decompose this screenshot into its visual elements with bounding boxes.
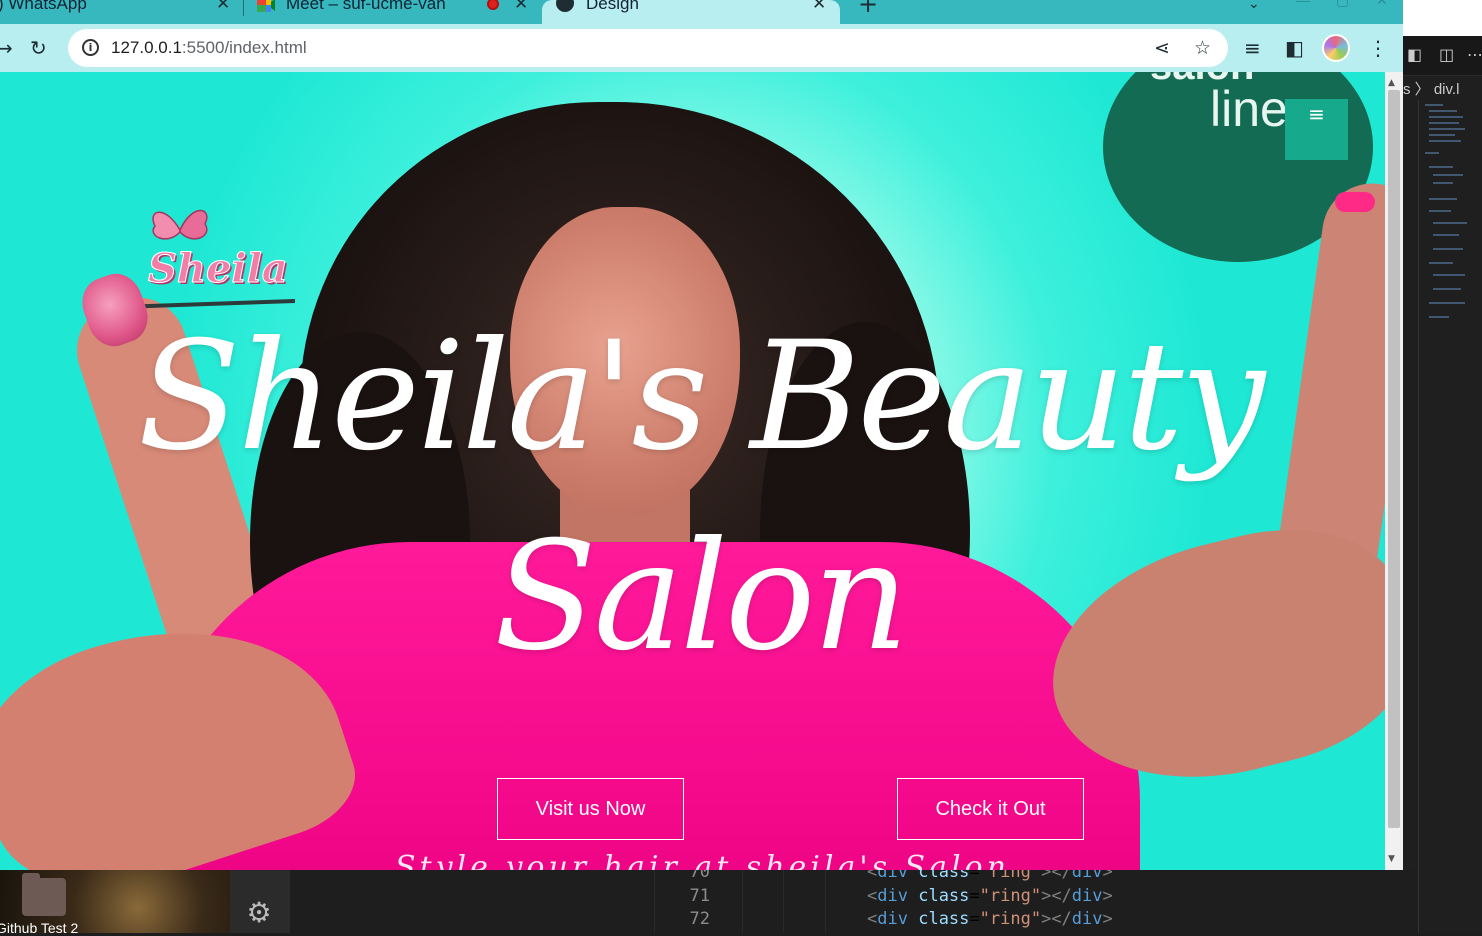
tab-whatsapp[interactable]: ) WhatsApp ✕ xyxy=(0,0,240,24)
tab-label: ) WhatsApp xyxy=(0,0,87,13)
line-number: 72 xyxy=(689,909,710,929)
media-queue-icon[interactable]: ≡ xyxy=(1244,36,1261,60)
split-editor-icon[interactable]: ◫ xyxy=(1439,45,1454,64)
minimize-icon[interactable]: — xyxy=(1296,0,1310,8)
line-number: 71 xyxy=(689,886,710,906)
tab-meet[interactable]: Meet – suf-ucme-van ✕ xyxy=(248,0,538,24)
info-icon[interactable]: i xyxy=(82,39,99,56)
scroll-up-icon[interactable]: ▲ xyxy=(1388,78,1395,88)
check-it-out-button[interactable]: Check it Out xyxy=(897,778,1084,840)
browser-toolbar: → ↻ i 127.0.0.1:5500/index.html ⋖ ☆ ≡ ◧ … xyxy=(0,24,1403,72)
hero-title-line: Sheila's Beauty xyxy=(137,310,1265,484)
gear-icon[interactable]: ⚙ xyxy=(243,897,275,929)
tab-design[interactable]: Design ✕ xyxy=(542,0,840,24)
editor-titlebar xyxy=(1403,0,1482,36)
tab-label: Design xyxy=(586,0,639,13)
maximize-icon[interactable]: ▢ xyxy=(1336,0,1349,9)
globe-icon xyxy=(556,0,574,12)
star-icon[interactable]: ☆ xyxy=(1194,37,1211,59)
menu-button[interactable]: ≡ xyxy=(1285,99,1348,160)
tab-strip: ) WhatsApp ✕ Meet – suf-ucme-van ✕ Desig… xyxy=(0,0,1403,24)
browser-window: ) WhatsApp ✕ Meet – suf-ucme-van ✕ Desig… xyxy=(0,0,1403,870)
chevron-down-icon[interactable]: ⌄ xyxy=(1248,0,1260,12)
close-window-icon[interactable]: ✕ xyxy=(1376,0,1388,9)
meet-icon xyxy=(257,0,275,12)
editor-divider xyxy=(1418,100,1419,933)
code-line[interactable]: <div class="ring"></div> xyxy=(867,886,1113,906)
url-text[interactable]: 127.0.0.1:5500/index.html xyxy=(111,38,307,58)
address-bar[interactable]: i 127.0.0.1:5500/index.html ⋖ ☆ xyxy=(68,29,1228,67)
scroll-down-icon[interactable]: ▼ xyxy=(1388,854,1395,864)
code-editor-pane[interactable] xyxy=(290,870,1418,933)
hero-photo-hand xyxy=(1335,192,1375,212)
recording-icon xyxy=(487,0,499,10)
hero-title-line: Salon xyxy=(493,510,909,684)
hero-tagline: Style your hair at sheila's Salon xyxy=(395,850,1010,870)
scrollbar-thumb[interactable] xyxy=(1388,90,1400,828)
logo-text: Sheila xyxy=(148,245,289,293)
hero-title: Sheila's Beauty Salon xyxy=(70,297,1330,697)
tab-label: Meet – suf-ucme-van xyxy=(286,0,446,13)
editor-tabbar: ◧ ◫ ⋯ xyxy=(1403,36,1482,76)
extension-icon[interactable]: ◧ xyxy=(1407,45,1422,64)
share-icon[interactable]: ⋖ xyxy=(1154,37,1170,59)
close-icon[interactable]: ✕ xyxy=(812,0,826,14)
more-actions-icon[interactable]: ⋯ xyxy=(1467,45,1482,64)
editor-breadcrumb[interactable]: s 〉 div.l xyxy=(1403,78,1482,100)
editor-gutter-column xyxy=(742,870,784,933)
badge-word: line xyxy=(1210,81,1288,137)
reload-icon[interactable]: ↻ xyxy=(30,36,47,60)
forward-arrow-icon[interactable]: → xyxy=(0,36,13,60)
close-icon[interactable]: ✕ xyxy=(514,0,528,14)
folder-icon[interactable] xyxy=(22,873,66,916)
new-tab-icon[interactable]: + xyxy=(858,0,878,18)
hamburger-icon: ≡ xyxy=(1308,102,1325,126)
side-panel-icon[interactable]: ◧ xyxy=(1285,36,1304,60)
visit-us-button[interactable]: Visit us Now xyxy=(497,778,684,840)
kebab-menu-icon[interactable]: ⋮ xyxy=(1368,36,1388,60)
folder-label[interactable]: Github Test 2 xyxy=(0,920,78,936)
close-icon[interactable]: ✕ xyxy=(216,0,230,14)
page-viewport: salon line Transforme-se Sheila ≡ Sheila… xyxy=(0,72,1385,870)
tab-separator xyxy=(243,0,244,16)
editor-gutter-column xyxy=(784,870,826,933)
avatar[interactable] xyxy=(1322,34,1350,62)
code-line[interactable]: <div class="ring"></div> xyxy=(867,909,1113,929)
editor-minimap[interactable] xyxy=(1425,102,1470,332)
